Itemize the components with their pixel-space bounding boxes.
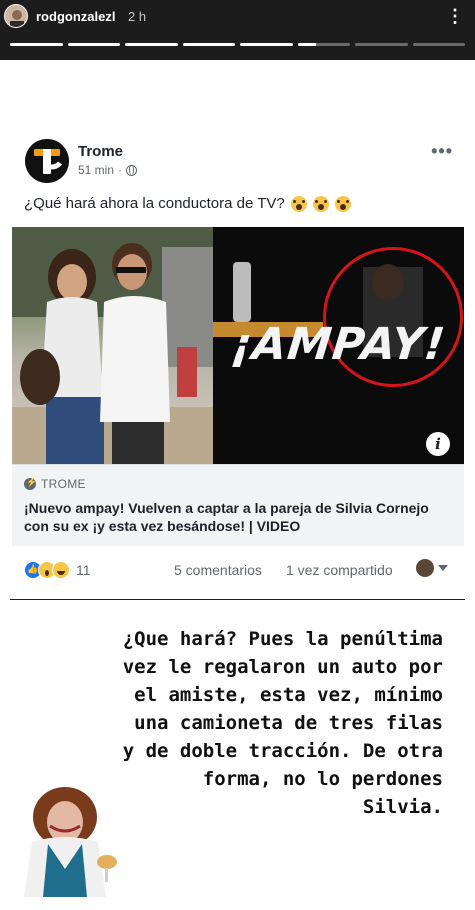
facebook-post-card: Trome 51 min · ••• ¿Qué hará ahora la co… xyxy=(10,125,465,600)
story-progress-segment xyxy=(67,43,120,46)
ellipsis-vertical-icon[interactable]: ⋮ xyxy=(446,6,465,27)
sticker-woman-with-drink[interactable] xyxy=(10,782,128,897)
story-username[interactable]: rodgonzalezl xyxy=(36,9,115,24)
post-meta: 51 min · xyxy=(78,163,138,177)
post-time[interactable]: 51 min xyxy=(78,163,114,177)
instant-article-icon xyxy=(24,477,38,490)
info-icon[interactable]: i xyxy=(426,432,450,456)
meta-separator: · xyxy=(118,163,123,177)
caption-line: el amiste, esta vez, mínimo xyxy=(134,684,443,706)
page-name[interactable]: Trome xyxy=(78,143,123,160)
caption-line: y de doble tracción. De otra xyxy=(122,740,443,762)
link-domain-label: TROME xyxy=(41,477,86,491)
face-screaming-icon xyxy=(312,195,329,212)
shares-count[interactable]: 1 vez compartido xyxy=(286,562,393,578)
couple-photo xyxy=(12,227,213,464)
comments-count[interactable]: 5 comentarios xyxy=(174,562,262,578)
reactions-summary[interactable]: 11 xyxy=(24,561,91,579)
divider xyxy=(10,599,465,600)
globe-icon xyxy=(126,164,138,176)
story-progress-segment xyxy=(240,43,293,46)
ampay-overlay-text: ¡AMPAY! xyxy=(228,319,449,370)
reaction-count: 11 xyxy=(76,562,91,578)
post-text-content: ¿Qué hará ahora la conductora de TV? xyxy=(24,195,285,212)
story-timestamp: 2 h xyxy=(128,9,147,24)
story-avatar[interactable] xyxy=(4,4,28,28)
story-progress-segment xyxy=(182,43,235,46)
trome-logo[interactable] xyxy=(25,139,69,183)
story-progress-segment xyxy=(412,43,465,46)
post-text: ¿Qué hará ahora la conductora de TV? xyxy=(24,195,351,212)
more-options-icon[interactable]: ••• xyxy=(431,141,453,162)
story-progress-segment xyxy=(10,43,63,46)
story-progress xyxy=(10,43,465,46)
caption-line: ¿Que hará? Pues la penúltima xyxy=(122,628,443,650)
ampay-video-frame: ¡AMPAY! xyxy=(213,227,464,464)
link-preview-image[interactable]: ¡AMPAY! i xyxy=(12,227,464,464)
caption-line: vez le regalaron un auto por xyxy=(122,656,443,678)
story-progress-segment xyxy=(297,43,350,46)
caret-down-icon[interactable] xyxy=(438,565,448,571)
link-title[interactable]: ¡Nuevo ampay! Vuelven a captar a la pare… xyxy=(24,499,444,535)
link-domain: TROME xyxy=(24,477,86,491)
viewer-avatar[interactable] xyxy=(416,559,434,577)
caption-line: una camioneta de tres filas xyxy=(134,712,443,734)
story-header: rodgonzalezl 2 h ⋮ xyxy=(0,0,475,60)
face-screaming-icon xyxy=(290,195,307,212)
story-progress-segment xyxy=(125,43,178,46)
face-screaming-icon xyxy=(334,195,351,212)
link-preview-box[interactable]: TROME ¡Nuevo ampay! Vuelven a captar a l… xyxy=(12,464,464,546)
story-progress-segment xyxy=(355,43,408,46)
haha-reaction-icon xyxy=(52,561,70,579)
